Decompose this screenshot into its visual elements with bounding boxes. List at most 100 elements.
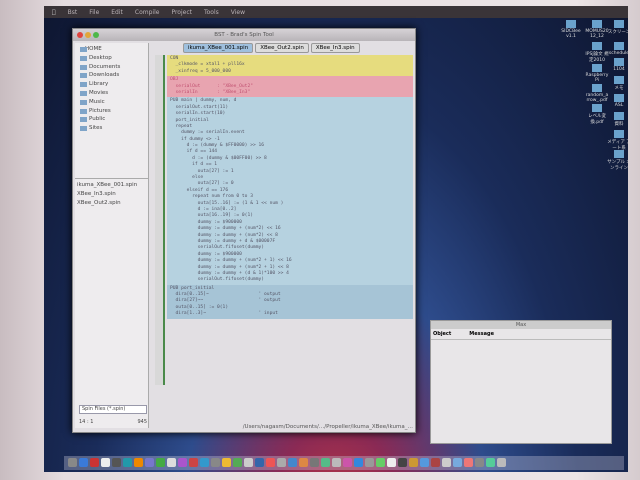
tree-item-library[interactable]: Library xyxy=(77,80,146,89)
desktop-icon[interactable]: メモ xyxy=(606,76,628,91)
file-list-item[interactable]: ikuma_XBee_001.spin xyxy=(77,181,146,190)
dock-app-icon[interactable] xyxy=(442,458,451,467)
desktop-icon[interactable]: メディア アート系 xyxy=(606,130,628,151)
tree-item-downloads[interactable]: Downloads xyxy=(77,71,146,80)
folder-icon xyxy=(614,42,624,50)
desktop-icon-label: ASL xyxy=(614,103,624,108)
desktop-icon[interactable]: サンプル オンライン xyxy=(606,150,628,171)
menu-bar:  Bst File Edit Compile Project Tools Vi… xyxy=(44,6,628,18)
dock-app-icon[interactable] xyxy=(178,458,187,467)
dock-app-icon[interactable] xyxy=(299,458,308,467)
apple-icon[interactable]:  xyxy=(52,9,56,16)
dock-app-icon[interactable] xyxy=(409,458,418,467)
editor-tabs: ikuma_XBee_001.spin XBee_Out2.spin XBee_… xyxy=(183,43,360,53)
dock-app-icon[interactable] xyxy=(123,458,132,467)
max-window: Max Object Message xyxy=(430,320,612,444)
menu-bst[interactable]: Bst xyxy=(68,9,78,16)
tree-item-public[interactable]: Public xyxy=(77,115,146,124)
con-block: CON _clkmode = xtal1 + pll16x _xinfreq =… xyxy=(167,55,413,77)
dock-app-icon[interactable] xyxy=(211,458,220,467)
folder-icon xyxy=(592,20,602,28)
code-editor[interactable]: CON _clkmode = xtal1 + pll16x _xinfreq =… xyxy=(155,55,413,385)
desktop-icon[interactable]: 資料 xyxy=(606,112,628,127)
menu-view[interactable]: View xyxy=(231,9,245,16)
desktop-icon-label: スクリーン xyxy=(607,30,628,35)
folder-icon xyxy=(614,130,624,138)
desktop-icon[interactable]: ASL xyxy=(606,94,628,108)
zoom-button[interactable] xyxy=(93,32,99,38)
menu-edit[interactable]: Edit xyxy=(111,9,123,16)
dock-app-icon[interactable] xyxy=(453,458,462,467)
obj-block: OBJ serialOut : "XBee_Out2" serialIn : "… xyxy=(167,76,413,98)
dock-app-icon[interactable] xyxy=(321,458,330,467)
dock-app-icon[interactable] xyxy=(497,458,506,467)
file-list-item[interactable]: XBee_Out2.spin xyxy=(77,199,146,208)
dock-app-icon[interactable] xyxy=(145,458,154,467)
desktop-icon-label: メモ xyxy=(614,86,624,91)
dock-app-icon[interactable] xyxy=(387,458,396,467)
dock-app-icon[interactable] xyxy=(475,458,484,467)
desktop-icon[interactable]: スクリーン xyxy=(606,20,628,35)
dock-app-icon[interactable] xyxy=(266,458,275,467)
dock-app-icon[interactable] xyxy=(288,458,297,467)
tab-xbee-out2[interactable]: XBee_Out2.spin xyxy=(255,43,309,53)
dock-app-icon[interactable] xyxy=(354,458,363,467)
desktop-icon[interactable]: SIDCBee v1.1 xyxy=(558,20,584,39)
dock-app-icon[interactable] xyxy=(310,458,319,467)
dock-app-icon[interactable] xyxy=(101,458,110,467)
close-button[interactable] xyxy=(77,32,83,38)
folder-icon xyxy=(614,94,624,102)
dock-app-icon[interactable] xyxy=(277,458,286,467)
file-list-item[interactable]: XBee_In3.spin xyxy=(77,190,146,199)
dock-app-icon[interactable] xyxy=(398,458,407,467)
tree-item-sites[interactable]: Sites xyxy=(77,124,146,133)
pub-main-block: PUB main | dummy, num, d serialOut.start… xyxy=(167,97,413,285)
dock-app-icon[interactable] xyxy=(420,458,429,467)
dock-app-icon[interactable] xyxy=(68,458,77,467)
tree-item-pictures[interactable]: Pictures xyxy=(77,107,146,116)
desktop-icon[interactable]: 1104 xyxy=(606,58,628,72)
folder-icon xyxy=(592,42,602,50)
dock-app-icon[interactable] xyxy=(90,458,99,467)
dock-app-icon[interactable] xyxy=(244,458,253,467)
folder-icon xyxy=(592,104,602,112)
folder-icon xyxy=(592,84,602,92)
dock-app-icon[interactable] xyxy=(464,458,473,467)
dock-app-icon[interactable] xyxy=(332,458,341,467)
dock-app-icon[interactable] xyxy=(156,458,165,467)
window-title: BST - Brad's Spin Tool xyxy=(214,32,274,38)
tree-item-music[interactable]: Music xyxy=(77,98,146,107)
minimize-button[interactable] xyxy=(85,32,91,38)
dock-app-icon[interactable] xyxy=(431,458,440,467)
dock-app-icon[interactable] xyxy=(79,458,88,467)
file-filter-select[interactable]: Spin Files (*.spin) xyxy=(79,405,147,414)
dock-app-icon[interactable] xyxy=(167,458,176,467)
tree-item-movies[interactable]: Movies xyxy=(77,89,146,98)
dock-app-icon[interactable] xyxy=(376,458,385,467)
code-line: serialOut.fifoset(dummy) xyxy=(170,277,265,283)
folder-icon xyxy=(614,20,624,28)
dock-app-icon[interactable] xyxy=(486,458,495,467)
dock-app-icon[interactable] xyxy=(343,458,352,467)
tab-ikuma-xbee-001[interactable]: ikuma_XBee_001.spin xyxy=(183,43,254,53)
cursor-position: 14 : 1 xyxy=(79,419,94,425)
dock-app-icon[interactable] xyxy=(112,458,121,467)
tab-xbee-in3[interactable]: XBee_In3.spin xyxy=(310,43,360,53)
dock-app-icon[interactable] xyxy=(365,458,374,467)
tree-item-desktop[interactable]: Desktop xyxy=(77,54,146,63)
menu-file[interactable]: File xyxy=(89,9,99,16)
dock-app-icon[interactable] xyxy=(134,458,143,467)
tree-root[interactable]: HOME xyxy=(77,45,146,54)
folder-icon xyxy=(614,76,624,84)
dock-app-icon[interactable] xyxy=(200,458,209,467)
dock-app-icon[interactable] xyxy=(189,458,198,467)
column-message: Message xyxy=(469,331,494,337)
dock-app-icon[interactable] xyxy=(233,458,242,467)
desktop-icon[interactable]: schedule xyxy=(606,42,628,56)
menu-compile[interactable]: Compile xyxy=(135,9,160,16)
menu-tools[interactable]: Tools xyxy=(204,9,219,16)
dock-app-icon[interactable] xyxy=(255,458,264,467)
menu-project[interactable]: Project xyxy=(171,9,192,16)
tree-item-documents[interactable]: Documents xyxy=(77,63,146,72)
dock-app-icon[interactable] xyxy=(222,458,231,467)
